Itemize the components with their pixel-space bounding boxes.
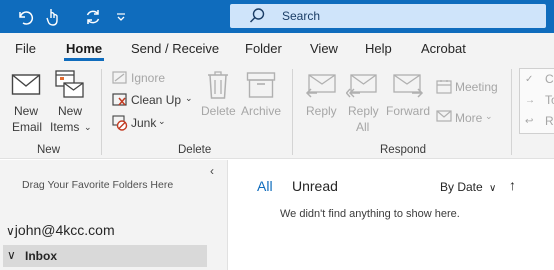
sort-dropdown[interactable]: By Date ∨ (440, 180, 496, 194)
reply-label: Reply (306, 104, 337, 118)
touch-mode-icon[interactable] (42, 6, 64, 28)
new-items-icon (55, 70, 84, 98)
group-separator (511, 69, 512, 155)
group-label-respond: Respond (380, 144, 427, 156)
tab-home[interactable]: Home (66, 41, 102, 56)
reply-all-label-2: All (356, 120, 370, 134)
chevron-down-icon: ⌄ (185, 93, 193, 103)
sync-icon[interactable] (82, 6, 104, 28)
chevron-down-icon: ∨ (7, 248, 16, 262)
trash-icon (208, 71, 228, 99)
delete-label: Delete (201, 104, 236, 118)
meeting-label: Meeting (455, 80, 498, 94)
forward-icon (393, 74, 424, 98)
forward-label: Forward (386, 104, 431, 118)
quick-step-1-icon: ✓ (525, 74, 534, 85)
tab-folder[interactable]: Folder (245, 41, 282, 56)
more-icon (436, 110, 452, 122)
junk-label: Junk (131, 116, 157, 130)
quick-step-1[interactable]: C (545, 73, 554, 86)
reply-all-label-1: Reply (348, 104, 379, 118)
ignore-icon (112, 71, 127, 84)
chevron-down-icon: ∨ (6, 224, 15, 238)
search-icon (248, 7, 266, 25)
envelope-icon (11, 74, 41, 95)
chevron-down-icon: ⌄ (485, 111, 493, 121)
group-label-delete: Delete (178, 144, 212, 156)
filter-all-tab[interactable]: All (257, 178, 273, 194)
clean-up-label: Clean Up (131, 93, 182, 107)
chevron-down-icon: ⌄ (84, 122, 92, 132)
folder-pane: ‹ Drag Your Favorite Folders Here ∨john@… (0, 160, 228, 270)
empty-list-message: We didn't find anything to show here. (280, 208, 460, 220)
account-name: john@4kcc.com (14, 222, 115, 238)
account-row[interactable]: ∨john@4kcc.com (6, 222, 115, 238)
chevron-down-icon: ⌄ (158, 116, 166, 126)
new-items-label-2: Items (50, 120, 80, 134)
archive-label: Archive (241, 104, 282, 118)
group-separator (292, 69, 293, 155)
new-items-label-1: New (58, 104, 83, 118)
sort-direction-icon[interactable]: ↑ (509, 177, 516, 193)
quick-step-2-icon: → (525, 95, 535, 106)
reply-icon (305, 74, 336, 98)
title-bar: Search (0, 0, 554, 33)
search-placeholder: Search (282, 9, 321, 23)
undo-icon[interactable] (14, 6, 36, 28)
chevron-down-icon: ∨ (489, 183, 497, 194)
customize-icon[interactable] (110, 6, 132, 28)
tab-acrobat[interactable]: Acrobat (421, 41, 466, 56)
new-email-label-1: New (14, 104, 39, 118)
junk-icon (112, 115, 128, 131)
ribbon: New Email New Items ⌄ New Ignore Clean U… (0, 63, 554, 159)
new-email-label-2: Email (12, 120, 43, 134)
reply-all-icon (346, 74, 377, 98)
archive-icon (246, 72, 276, 98)
quick-step-3[interactable]: Re (545, 115, 554, 128)
tab-help[interactable]: Help (365, 41, 392, 56)
quick-step-2[interactable]: To (545, 94, 554, 107)
more-label: More (455, 111, 483, 125)
active-tab-indicator (64, 58, 104, 61)
group-label-new: New (37, 144, 61, 156)
quick-steps-gallery[interactable]: ✓ C → To ↩ Re (519, 68, 554, 134)
favorites-hint: Drag Your Favorite Folders Here (22, 179, 174, 191)
clean-up-icon (112, 93, 127, 106)
folder-inbox[interactable]: ∨ Inbox (3, 245, 207, 267)
ignore-label: Ignore (131, 71, 166, 85)
filter-unread-tab[interactable]: Unread (292, 178, 338, 194)
tab-file[interactable]: File (15, 41, 36, 56)
search-input[interactable]: Search (230, 4, 546, 28)
inbox-label: Inbox (25, 249, 57, 263)
tab-send-receive[interactable]: Send / Receive (131, 41, 219, 56)
quick-step-3-icon: ↩ (525, 116, 534, 127)
collapse-pane-icon[interactable]: ‹ (210, 164, 214, 178)
group-separator (101, 69, 102, 155)
meeting-icon (436, 80, 452, 94)
sort-label: By Date (440, 180, 483, 194)
tab-view[interactable]: View (310, 41, 338, 56)
